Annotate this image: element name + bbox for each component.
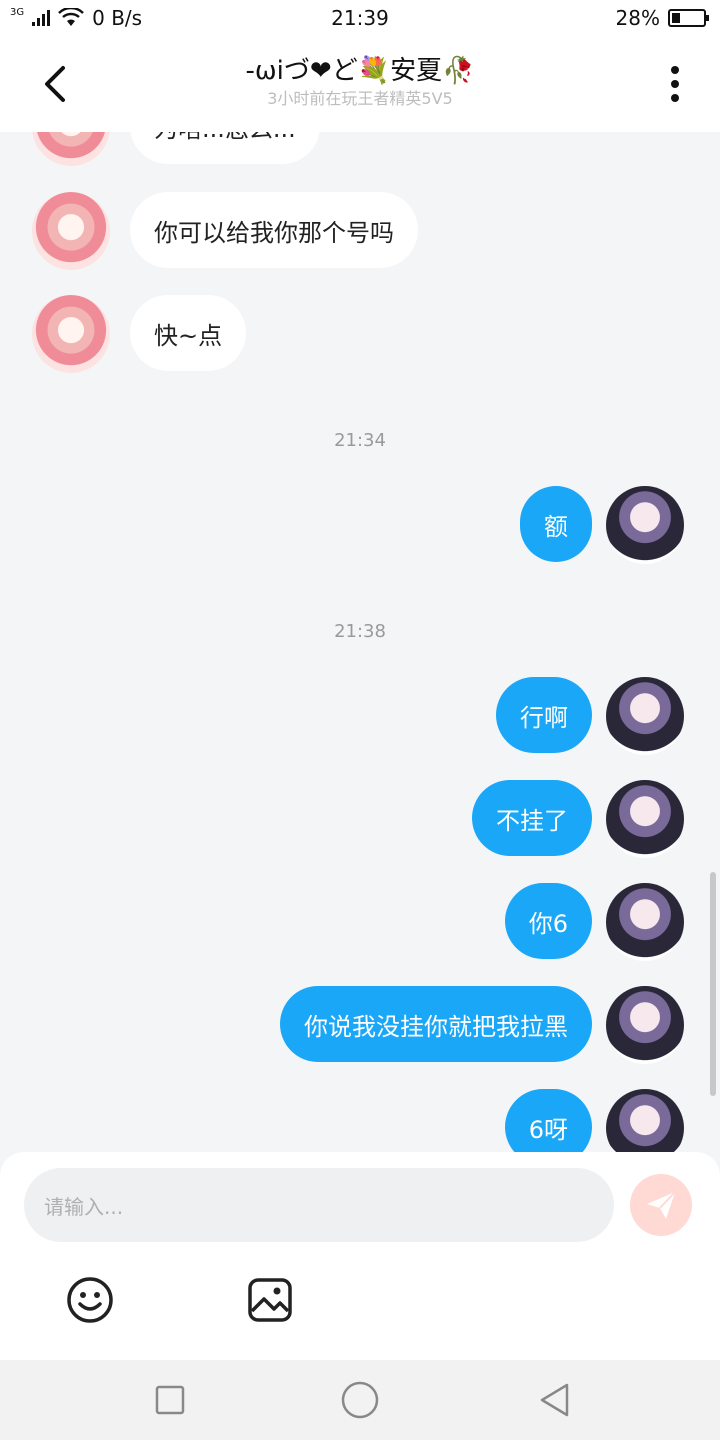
message-bubble[interactable]: 额 — [520, 486, 592, 562]
message-bubble[interactable]: 你说我没挂你就把我拉黑 — [280, 986, 592, 1062]
contact-name: -ωiづ❤ど💐安夏🥀 — [245, 56, 475, 86]
chat-header: -ωiづ❤ど💐安夏🥀 3小时前在玩王者精英5V5 — [0, 36, 720, 132]
message-incoming: 快~点 — [0, 295, 720, 373]
message-input[interactable]: 请输入... — [24, 1168, 614, 1242]
contact-avatar[interactable] — [32, 295, 110, 373]
triangle-back-icon — [540, 1383, 569, 1417]
contact-avatar[interactable] — [32, 192, 110, 270]
message-timestamp: 21:38 — [334, 621, 386, 642]
message-bubble[interactable]: 行啊 — [496, 677, 592, 753]
message-incoming: 你可以给我你那个号吗 — [0, 192, 720, 270]
status-bar: 3G 0 B/s 21:39 28% — [0, 0, 720, 36]
wifi-icon — [58, 8, 85, 26]
message-bubble[interactable]: 为啥...怎么... — [130, 132, 320, 164]
battery-level — [672, 13, 681, 23]
message-bubble[interactable]: 6呀 — [504, 1089, 592, 1152]
send-icon — [647, 1191, 676, 1219]
network-speed: 0 B/s — [92, 6, 143, 30]
user-avatar[interactable] — [606, 677, 684, 755]
user-avatar[interactable] — [606, 986, 684, 1064]
network-type-label: 3G — [10, 6, 25, 18]
battery-percent: 28% — [615, 6, 660, 30]
signal-icon — [32, 10, 51, 26]
back-button[interactable] — [20, 49, 90, 119]
message-bubble[interactable]: 你6 — [504, 883, 592, 959]
contact-status: 3小时前在玩王者精英5V5 — [267, 89, 453, 108]
user-avatar[interactable] — [606, 780, 684, 858]
message-bubble[interactable]: 快~点 — [130, 295, 247, 371]
title-group: -ωiづ❤ど💐安夏🥀 3小时前在玩王者精英5V5 — [120, 54, 600, 110]
send-button[interactable] — [630, 1174, 692, 1236]
message-bubble[interactable]: 不挂了 — [472, 780, 592, 856]
chat-messages[interactable]: 为啥...怎么... 你可以给我你那个号吗 快~点 21:34 额 21:38 … — [0, 132, 720, 1152]
message-outgoing: 不挂了 — [0, 780, 720, 858]
status-right: 28% — [615, 6, 709, 30]
message-timestamp: 21:34 — [334, 430, 386, 451]
emoji-button[interactable] — [62, 1272, 118, 1328]
circle-icon — [341, 1381, 379, 1419]
status-left: 3G 0 B/s — [10, 6, 142, 30]
back-nav-button[interactable] — [532, 1378, 576, 1422]
message-incoming: 为啥...怎么... — [0, 132, 720, 166]
message-bubble[interactable]: 你可以给我你那个号吗 — [130, 192, 418, 268]
more-vertical-icon — [671, 66, 679, 102]
square-icon — [155, 1385, 185, 1415]
chevron-left-icon — [45, 66, 65, 102]
image-button[interactable] — [242, 1272, 298, 1328]
input-panel: 请输入... — [0, 1152, 720, 1360]
message-outgoing: 额 — [0, 486, 720, 564]
recent-apps-button[interactable] — [148, 1378, 192, 1422]
message-outgoing: 你6 — [0, 883, 720, 961]
battery-icon — [668, 9, 709, 27]
scrollbar[interactable] — [710, 872, 716, 1096]
home-button[interactable] — [338, 1378, 382, 1422]
message-outgoing: 行啊 — [0, 677, 720, 755]
user-avatar[interactable] — [606, 1089, 684, 1152]
contact-avatar[interactable] — [32, 132, 110, 166]
more-options-button[interactable] — [650, 49, 700, 119]
message-outgoing: 你说我没挂你就把我拉黑 — [0, 986, 720, 1064]
message-outgoing: 6呀 — [0, 1089, 720, 1152]
user-avatar[interactable] — [606, 486, 684, 564]
emoji-icon — [67, 1277, 113, 1323]
user-avatar[interactable] — [606, 883, 684, 961]
image-icon — [248, 1278, 292, 1322]
system-nav-bar — [0, 1360, 720, 1440]
